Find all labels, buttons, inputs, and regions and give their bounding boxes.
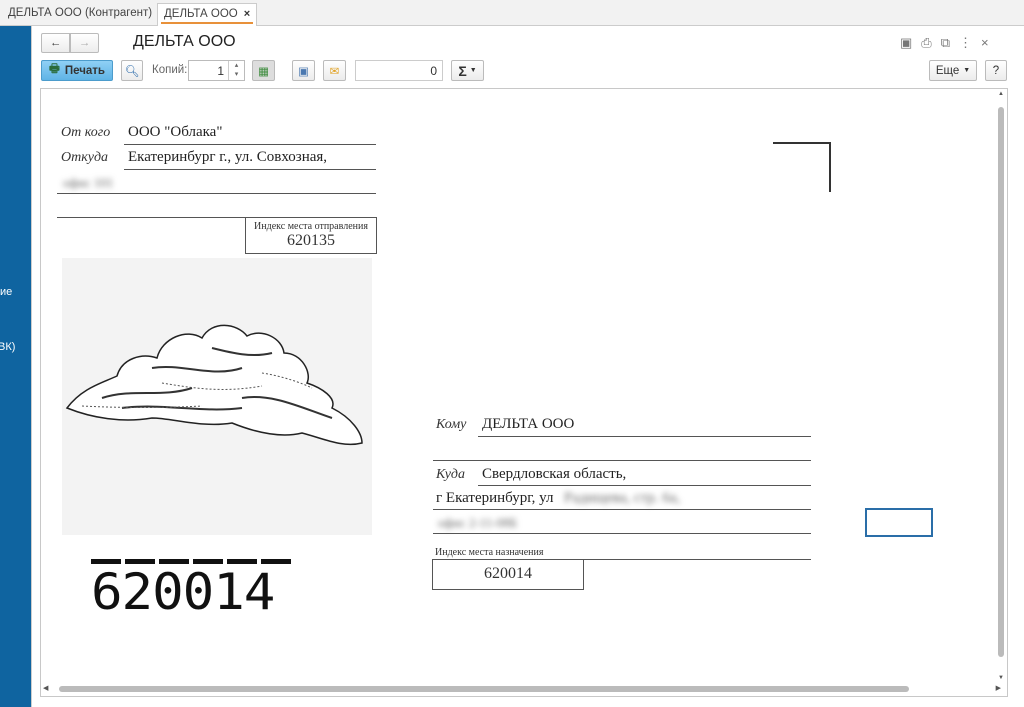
dropdown-arrow-icon: ▼ [963, 67, 971, 74]
printer-icon: 🖶 [48, 63, 60, 75]
help-label: ? [992, 64, 1000, 77]
horizontal-scrollbar[interactable]: ◀ ▶ [43, 684, 1001, 694]
copies-stepper[interactable]: 1 ▴ ▾ [188, 60, 245, 81]
close-icon[interactable]: × [981, 35, 989, 51]
envelope-document: От кого ООО "Облака" Откуда Екатеринбург… [40, 88, 1008, 697]
from-address-label: Откуда [61, 150, 109, 165]
from-value: ООО "Облака" [128, 124, 223, 140]
from-index-value: 620135 [287, 232, 335, 249]
sidebar-item[interactable]: ие [0, 286, 12, 298]
sum-value: 0 [430, 64, 437, 78]
stepper-arrows[interactable]: ▴ ▾ [228, 61, 244, 80]
copies-label: Копий: [152, 64, 188, 76]
to-address-label: Куда [436, 467, 465, 482]
vertical-scroll-thumb[interactable] [998, 107, 1004, 657]
forward-button[interactable]: → [70, 33, 99, 53]
to-address-line2: г Екатеринбург, ул [436, 490, 554, 506]
to-address-line3: офис 2-11-08Б [438, 515, 518, 530]
from-address-line1: Екатеринбург г., ул. Совхозная, [128, 149, 328, 165]
selected-cell[interactable] [865, 508, 933, 537]
to-value: ДЕЛЬТА ООО [482, 416, 575, 432]
magnifier-icon: 🔍︎ [124, 65, 140, 78]
page-title: ДЕЛЬТА ООО [133, 33, 236, 50]
more-button[interactable]: Еще ▼ [929, 60, 977, 81]
sigma-icon: Σ [458, 62, 467, 79]
to-address-line2-blurred: Радищева, стр. 6а, [564, 490, 681, 506]
edit-table-button[interactable]: ▦ [252, 60, 275, 81]
from-index-box: Индекс места отправления 620135 [245, 217, 377, 254]
tab-bar: ДЕЛЬТА ООО (Контрагент)× ДЕЛЬТА ООО × [0, 0, 1024, 26]
preview-button[interactable]: 🔍︎ [121, 60, 143, 81]
email-button[interactable]: ✉ [323, 60, 346, 81]
sidebar-item[interactable]: ВК) [0, 341, 15, 353]
print-label: Печать [64, 64, 105, 77]
save-icon[interactable]: ▣ [900, 35, 912, 51]
stamp-area-corner [773, 142, 831, 192]
sum-field[interactable]: 0 [355, 60, 443, 81]
from-index-label: Индекс места отправления [254, 221, 368, 232]
to-index-label: Индекс места назначения [435, 547, 544, 558]
sidebar: ие ВК) [0, 26, 31, 707]
more-label: Еще [935, 64, 960, 77]
print-button[interactable]: 🖶 Печать [41, 60, 113, 81]
edit-table-icon: ▦ [258, 65, 269, 78]
tab-label: ДЕЛЬТА ООО [164, 8, 238, 20]
vertical-scrollbar[interactable]: ▲ ▼ [996, 91, 1006, 681]
preview-icon[interactable]: ⧉ [941, 35, 950, 51]
postal-code-digits: 620014 [91, 559, 291, 621]
horizontal-scroll-thumb[interactable] [59, 686, 909, 692]
postal-code-text: 620014 [91, 563, 275, 621]
print-icon[interactable]: ⎙ [921, 35, 931, 51]
to-address-line1: Свердловская область, [482, 466, 627, 482]
floppy-icon: ▣ [298, 65, 309, 78]
close-icon[interactable]: × [244, 8, 250, 20]
save-button[interactable]: ▣ [292, 60, 315, 81]
more-icon[interactable]: ⋮ [959, 35, 972, 51]
tab-contractor[interactable]: ДЕЛЬТА ООО (Контрагент)× [2, 3, 171, 26]
dropdown-arrow-icon: ▼ [469, 67, 477, 74]
window-actions: ▣ ⎙ ⧉ ⋮ × [900, 35, 989, 51]
back-button[interactable]: ← [41, 33, 70, 53]
tab-label: ДЕЛЬТА ООО (Контрагент) [8, 7, 153, 19]
sum-button[interactable]: Σ ▼ [451, 60, 484, 81]
from-address-line2: офис 101 [63, 175, 114, 190]
to-label: Кому [436, 417, 467, 432]
cloud-logo-image [62, 258, 372, 535]
help-button[interactable]: ? [985, 60, 1007, 81]
copies-value: 1 [217, 64, 224, 78]
from-label: От кого [61, 125, 111, 140]
tab-delta[interactable]: ДЕЛЬТА ООО × [157, 3, 258, 26]
envelope-icon: ✉ [329, 65, 340, 78]
to-index-value: 620014 [432, 559, 584, 590]
